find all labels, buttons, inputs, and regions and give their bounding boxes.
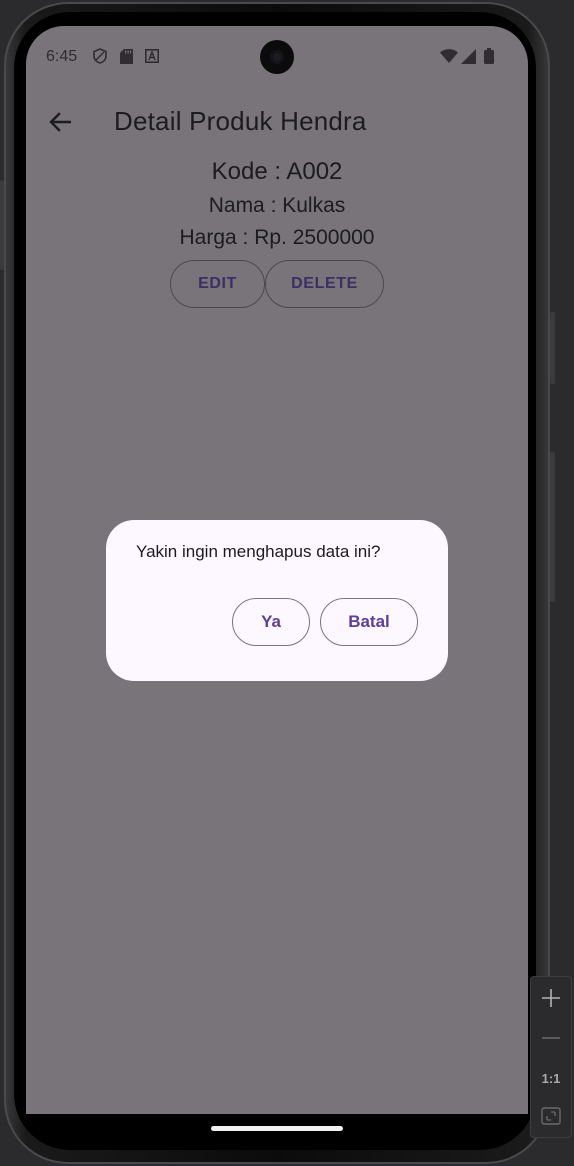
- gesture-nav-handle[interactable]: [211, 1126, 343, 1131]
- zoom-in-button[interactable]: [531, 979, 571, 1017]
- delete-button[interactable]: DELETE: [265, 260, 384, 308]
- fit-screen-button[interactable]: [531, 1097, 571, 1135]
- phone-screen: 6:45 Detail Produk Hendra Kode : A002 Na…: [26, 26, 528, 1114]
- cellular-signal-icon: [460, 48, 476, 64]
- cancel-button[interactable]: Batal: [320, 598, 418, 646]
- minus-icon: [542, 1037, 560, 1039]
- wifi-icon: [440, 48, 458, 64]
- app-bar: Detail Produk Hendra: [26, 92, 528, 152]
- confirm-delete-dialog: Yakin ingin menghapus data ini? Ya Batal: [106, 520, 448, 681]
- status-bar: 6:45: [26, 26, 528, 86]
- battery-icon: [481, 48, 497, 64]
- back-button[interactable]: [42, 104, 78, 140]
- font-a-icon: [144, 48, 160, 64]
- sd-card-icon: [118, 48, 134, 64]
- phone-power-button: [550, 312, 555, 384]
- phone-side-button: [0, 180, 4, 270]
- phone-volume-button: [550, 452, 555, 602]
- confirm-yes-button[interactable]: Ya: [232, 598, 310, 646]
- arrow-left-icon: [49, 112, 71, 132]
- shield-icon: [92, 48, 108, 64]
- edit-button[interactable]: EDIT: [170, 260, 265, 308]
- actual-size-button[interactable]: 1:1: [531, 1059, 571, 1097]
- front-camera: [260, 40, 294, 74]
- product-code: Kode : A002: [211, 158, 343, 185]
- emulator-zoom-toolbar: 1:1: [530, 976, 572, 1138]
- fit-screen-icon: [541, 1107, 561, 1125]
- dialog-message: Yakin ingin menghapus data ini?: [136, 542, 381, 561]
- page-title: Detail Produk Hendra: [114, 106, 367, 136]
- product-name: Nama : Kulkas: [208, 194, 346, 217]
- actual-size-label: 1:1: [541, 1070, 561, 1086]
- plus-icon: [542, 989, 560, 1007]
- zoom-out-button[interactable]: [531, 1019, 571, 1057]
- product-price: Harga : Rp. 2500000: [179, 226, 375, 249]
- status-time: 6:45: [46, 48, 78, 65]
